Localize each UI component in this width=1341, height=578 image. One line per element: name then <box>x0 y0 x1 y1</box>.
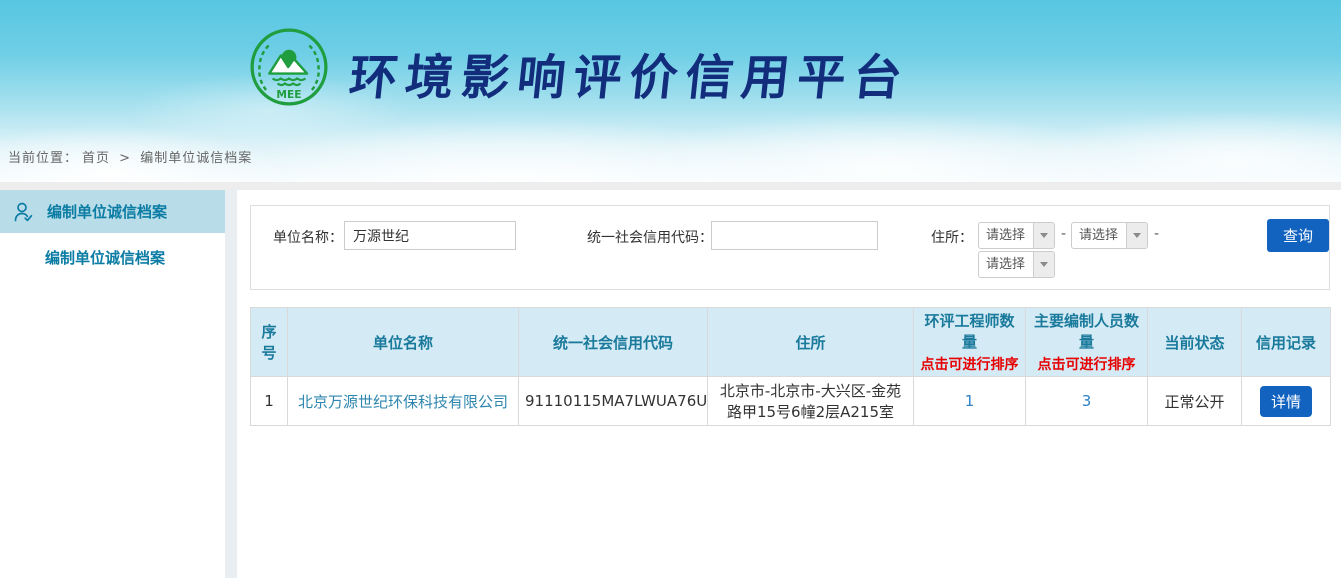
table-header-row: 序号 单位名称 统一社会信用代码 住所 环评工程师数量 点击可进行排序 主要编制… <box>251 308 1331 377</box>
address-label: 住所： <box>931 227 973 247</box>
content-area: 编制单位诚信档案 编制单位诚信档案 单位名称： 统一社会信用代码： 住所： 请选… <box>0 190 1341 578</box>
breadcrumb: 当前位置： 首页 > 编制单位诚信档案 <box>8 147 256 166</box>
col-header-credit-code: 统一社会信用代码 <box>519 308 708 377</box>
search-button[interactable]: 查询 <box>1267 219 1329 252</box>
results-table: 序号 单位名称 统一社会信用代码 住所 环评工程师数量 点击可进行排序 主要编制… <box>250 307 1331 426</box>
district-select-value: 请选择 <box>979 252 1033 277</box>
city-select-value: 请选择 <box>1072 223 1126 248</box>
col-header-status: 当前状态 <box>1148 308 1242 377</box>
unit-name-input[interactable] <box>344 221 516 250</box>
chevron-down-icon <box>1133 233 1141 238</box>
engineer-sort-hint[interactable]: 点击可进行排序 <box>918 354 1021 374</box>
staff-count-link[interactable]: 3 <box>1082 392 1092 410</box>
main-panel: 单位名称： 统一社会信用代码： 住所： 请选择 - 请选择 - 请选择 查询 <box>237 190 1341 578</box>
address-dash-1: - <box>1061 226 1066 242</box>
city-select-button[interactable] <box>1126 223 1147 248</box>
engineer-count-link[interactable]: 1 <box>965 392 975 410</box>
col-header-staff-count-label: 主要编制人员数量 <box>1034 312 1139 351</box>
cell-index: 1 <box>251 377 288 426</box>
credit-code-label: 统一社会信用代码： <box>587 227 713 247</box>
page-divider <box>0 182 1341 190</box>
sidebar-section-label: 编制单位诚信档案 <box>47 201 167 222</box>
col-header-engineer-count[interactable]: 环评工程师数量 点击可进行排序 <box>914 308 1026 377</box>
search-panel: 单位名称： 统一社会信用代码： 住所： 请选择 - 请选择 - 请选择 查询 <box>250 205 1330 290</box>
breadcrumb-home-link[interactable]: 首页 <box>82 151 110 166</box>
unit-name-label: 单位名称： <box>273 227 343 247</box>
sidebar: 编制单位诚信档案 编制单位诚信档案 <box>0 190 225 578</box>
col-header-unit-name: 单位名称 <box>288 308 519 377</box>
cell-address: 北京市-北京市-大兴区-金苑路甲15号6幢2层A215室 <box>708 377 914 426</box>
breadcrumb-current: 编制单位诚信档案 <box>140 151 252 166</box>
col-header-index: 序号 <box>251 308 288 377</box>
chevron-down-icon <box>1040 262 1048 267</box>
sidebar-main-divider <box>225 190 237 578</box>
col-header-engineer-count-label: 环评工程师数量 <box>924 312 1014 351</box>
province-select-value: 请选择 <box>979 223 1033 248</box>
page-title: 环境影响评价信用平台 <box>346 38 913 108</box>
breadcrumb-separator: > <box>119 151 131 166</box>
district-select[interactable]: 请选择 <box>978 251 1055 278</box>
sidebar-item-credit-archive[interactable]: 编制单位诚信档案 <box>0 233 225 283</box>
district-select-button[interactable] <box>1033 252 1054 277</box>
col-header-credit-record: 信用记录 <box>1242 308 1331 377</box>
credit-code-input[interactable] <box>711 221 878 250</box>
chevron-down-icon <box>1040 233 1048 238</box>
unit-name-link[interactable]: 北京万源世纪环保科技有限公司 <box>298 393 508 411</box>
cell-status: 正常公开 <box>1148 377 1242 426</box>
col-header-staff-count[interactable]: 主要编制人员数量 点击可进行排序 <box>1026 308 1148 377</box>
city-select[interactable]: 请选择 <box>1071 222 1148 249</box>
address-dash-2: - <box>1154 226 1159 242</box>
table-row: 1 北京万源世纪环保科技有限公司 91110115MA7LWUA76U 北京市-… <box>251 377 1331 426</box>
site-banner: MEE 环境影响评价信用平台 当前位置： 首页 > 编制单位诚信档案 <box>0 0 1341 182</box>
cell-credit-code: 91110115MA7LWUA76U <box>519 377 708 426</box>
breadcrumb-prefix: 当前位置： <box>8 151 78 166</box>
user-check-icon <box>12 200 36 224</box>
sidebar-section-credit-archive[interactable]: 编制单位诚信档案 <box>0 190 225 233</box>
svg-text:MEE: MEE <box>276 88 301 101</box>
detail-button[interactable]: 详情 <box>1260 386 1312 417</box>
staff-sort-hint[interactable]: 点击可进行排序 <box>1030 354 1143 374</box>
mee-logo-icon: MEE <box>248 26 330 108</box>
col-header-address: 住所 <box>708 308 914 377</box>
province-select-button[interactable] <box>1033 223 1054 248</box>
province-select[interactable]: 请选择 <box>978 222 1055 249</box>
